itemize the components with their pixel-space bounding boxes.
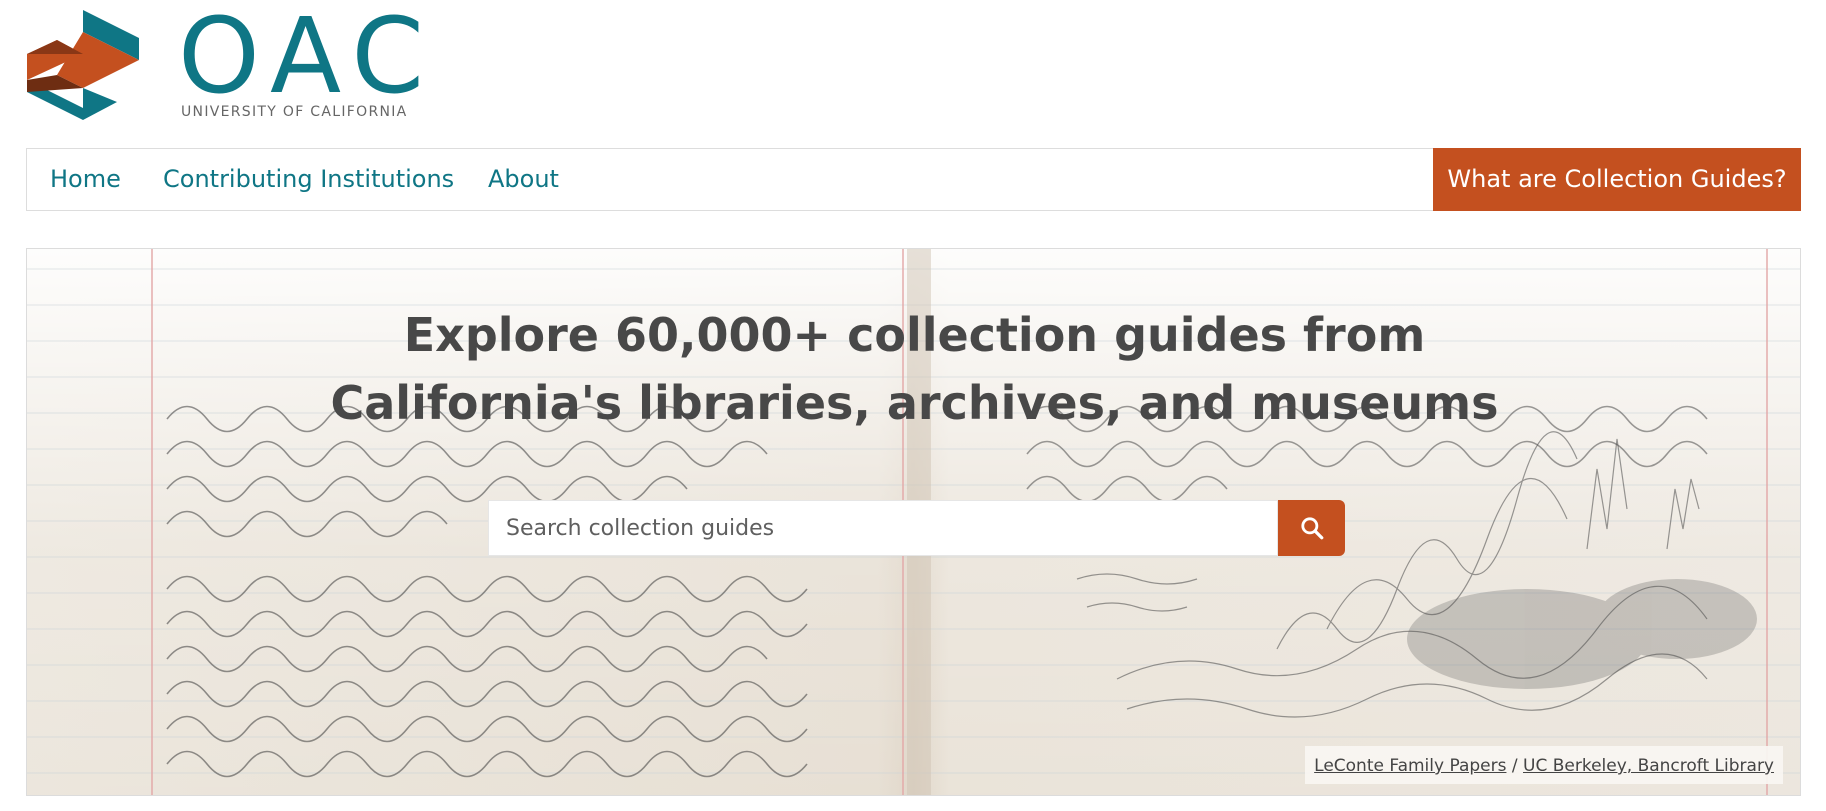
search-icon	[1300, 517, 1323, 540]
oac-logo-icon[interactable]	[27, 10, 139, 120]
site-header: OAC UNIVERSITY OF CALIFORNIA	[0, 0, 1826, 140]
hero-title: Explore 60,000+ collection guides from C…	[27, 301, 1800, 437]
credit-institution-link[interactable]: UC Berkeley, Bancroft Library	[1523, 756, 1774, 776]
main-nav: Home Contributing Institutions About Wha…	[26, 148, 1801, 211]
collection-guides-info-button[interactable]: What are Collection Guides?	[1433, 148, 1801, 211]
hero-title-line-2: California's libraries, archives, and mu…	[330, 376, 1499, 430]
search-input[interactable]	[488, 500, 1278, 556]
credit-collection-link[interactable]: LeConte Family Papers	[1314, 756, 1506, 776]
hero-banner: Explore 60,000+ collection guides from C…	[26, 248, 1801, 796]
nav-about-link[interactable]: About	[488, 149, 559, 210]
search-button[interactable]	[1278, 500, 1345, 556]
nav-contributing-institutions-link[interactable]: Contributing Institutions	[163, 149, 454, 210]
credit-separator: /	[1511, 756, 1518, 776]
logo-wordmark[interactable]: OAC	[178, 0, 436, 112]
logo-subtitle: UNIVERSITY OF CALIFORNIA	[181, 104, 408, 120]
nav-home-link[interactable]: Home	[50, 149, 121, 210]
hero-title-line-1: Explore 60,000+ collection guides from	[403, 308, 1426, 362]
image-credit: LeConte Family Papers / UC Berkeley, Ban…	[1305, 746, 1783, 784]
search-form	[488, 500, 1345, 556]
